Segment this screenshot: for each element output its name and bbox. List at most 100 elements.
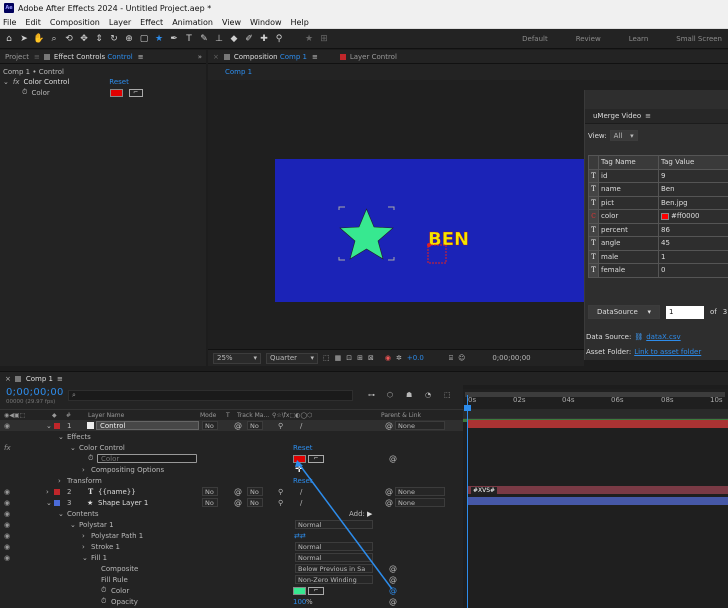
snapping-options-icon[interactable]: ⊞ [318,33,330,45]
tab-composition[interactable]: Composition Comp 1 [234,53,312,61]
panel-menu-icon[interactable]: ≡ [138,53,144,61]
menu-help[interactable]: Help [291,18,309,27]
table-row[interactable]: Tpict Ben.jpg [588,195,728,210]
snap-icon[interactable]: ★ [303,33,315,45]
color-channels-icon[interactable]: ◉ [385,354,391,362]
table-row[interactable]: Tmale 1 [588,249,728,264]
datasource-button[interactable]: DataSource ▾ [588,305,660,319]
hide-shy-layers-icon[interactable]: ☗ [406,391,412,399]
col-layer-name[interactable]: Layer Name [88,412,124,419]
comp-mini-flowchart-icon[interactable]: ⊶ [368,391,375,399]
zoom-tool-icon[interactable]: ⌕ [48,33,60,45]
home-icon[interactable]: ⌂ [3,33,15,45]
resolution-select[interactable]: Quarter ▾ [266,352,318,364]
panel-menu-icon[interactable]: ≡ [645,112,651,120]
layer-bar-1[interactable] [467,420,728,428]
table-row[interactable]: Tpercent 86 [588,222,728,237]
layer-bar-2[interactable]: #XVS# [467,486,728,494]
lock-icon[interactable] [43,53,50,60]
pan-behind-tool-icon[interactable]: ⊕ [123,33,135,45]
expand-arrow-icon[interactable]: ⌄ [3,78,9,86]
menu-view[interactable]: View [222,18,241,27]
brush-tool-icon[interactable]: ✎ [198,33,210,45]
view-select[interactable]: All ▾ [609,130,638,141]
star-tool-icon[interactable]: ★ [153,33,165,45]
menu-layer[interactable]: Layer [109,18,131,27]
show-snapshot-icon[interactable]: ☺ [458,354,465,362]
panel-menu-icon[interactable]: ≡ [57,375,63,383]
fx-icon[interactable]: fx [13,78,20,86]
color-swatch[interactable] [661,212,669,220]
menu-effect[interactable]: Effect [140,18,163,27]
layer-bar-3[interactable] [467,497,728,505]
region-of-interest-icon[interactable]: ⬚ [323,354,330,362]
timeline-graph[interactable]: #XVS# [463,389,728,608]
comp-breadcrumb[interactable]: Comp 1 [225,68,252,76]
table-row[interactable]: Ccolor #ff0000 [588,209,728,224]
menu-animation[interactable]: Animation [172,18,213,27]
timeline-timecode[interactable]: 0;00;00;00 [6,387,64,398]
panel-menu-icon[interactable]: ≡ [312,53,318,61]
panel-overflow-icon[interactable]: » [198,53,206,61]
hand-tool-icon[interactable]: ✋ [33,33,45,45]
zoom-select[interactable]: 25% ▾ [213,352,261,364]
table-row[interactable]: Tfemale 0 [588,263,728,278]
exposure-value[interactable]: +0.0 [407,354,424,362]
panel-menu-icon[interactable]: ≡ [34,53,40,61]
close-icon[interactable]: × [208,53,224,61]
asset-folder-link[interactable]: Link to asset folder [634,348,701,356]
snapshot-icon[interactable]: ⌸ [449,354,453,363]
menu-composition[interactable]: Composition [50,18,100,27]
menu-window[interactable]: Window [250,18,282,27]
menu-file[interactable]: File [3,18,16,27]
pen-tool-icon[interactable]: ✒ [168,33,180,45]
puppet-pin-tool-icon[interactable]: ✚ [258,33,270,45]
roto-brush-tool-icon[interactable]: ✐ [243,33,255,45]
eraser-tool-icon[interactable]: ◆ [228,33,240,45]
mask-visibility-icon[interactable]: ⊡ [346,354,352,362]
lock-icon[interactable] [14,375,21,382]
orbit-tool-icon[interactable]: ⟲ [63,33,75,45]
pan-tool-icon[interactable]: ✥ [78,33,90,45]
composition-canvas[interactable]: BEN [275,159,585,302]
datasource-link[interactable]: dataX.csv [646,333,680,341]
menu-edit[interactable]: Edit [25,18,41,27]
workspace-small-screen[interactable]: Small Screen [676,35,722,43]
stopwatch-icon[interactable]: ⏱ [22,88,27,97]
anchor-point[interactable] [427,243,431,247]
workspace-default[interactable]: Default [522,35,548,43]
rotate-tool-icon[interactable]: ↻ [108,33,120,45]
playhead-line[interactable] [467,395,468,608]
lock-icon[interactable] [223,53,230,60]
graph-editor-icon[interactable]: ⬚ [444,391,451,399]
rectangle-tool-icon[interactable]: ▢ [138,33,150,45]
reset-link[interactable]: Reset [109,78,129,86]
color-swatch[interactable] [109,88,123,97]
workspace-learn[interactable]: Learn [629,35,649,43]
grid-icon[interactable]: ⊞ [357,354,363,362]
tab-effect-controls[interactable]: Effect Controls Control [54,53,138,61]
time-navigator[interactable] [465,392,725,397]
3d-view-icon[interactable]: ⊠ [368,354,374,362]
tab-timeline-comp[interactable]: Comp 1 [26,375,53,383]
transparency-grid-icon[interactable]: ▦ [335,354,342,362]
table-row[interactable]: Tname Ben [588,182,728,197]
color-management-icon[interactable]: ✲ [396,354,402,362]
time-ruler[interactable] [463,409,728,419]
eyedropper-icon[interactable]: ⌐ [128,88,143,97]
tab-project[interactable]: Project [0,53,34,61]
playhead-handle[interactable] [464,405,471,411]
dolly-tool-icon[interactable]: ⇕ [93,33,105,45]
type-tool-icon[interactable]: T [183,33,195,45]
selection-tool-icon[interactable]: ➤ [18,33,30,45]
table-row[interactable]: Tid 9 [588,168,728,183]
workspace-review[interactable]: Review [576,35,601,43]
timeline-search-input[interactable]: ⌕ [68,390,353,401]
record-input[interactable]: 1 [666,305,704,319]
viewer-timecode[interactable]: 0;00;00;00 [492,354,530,362]
close-icon[interactable]: × [5,375,11,383]
pin-tool-icon[interactable]: ⚲ [273,33,285,45]
draft-3d-icon[interactable]: ⬡ [387,391,393,399]
motion-blur-icon[interactable]: ◔ [425,391,431,399]
clone-stamp-tool-icon[interactable]: ⊥ [213,33,225,45]
